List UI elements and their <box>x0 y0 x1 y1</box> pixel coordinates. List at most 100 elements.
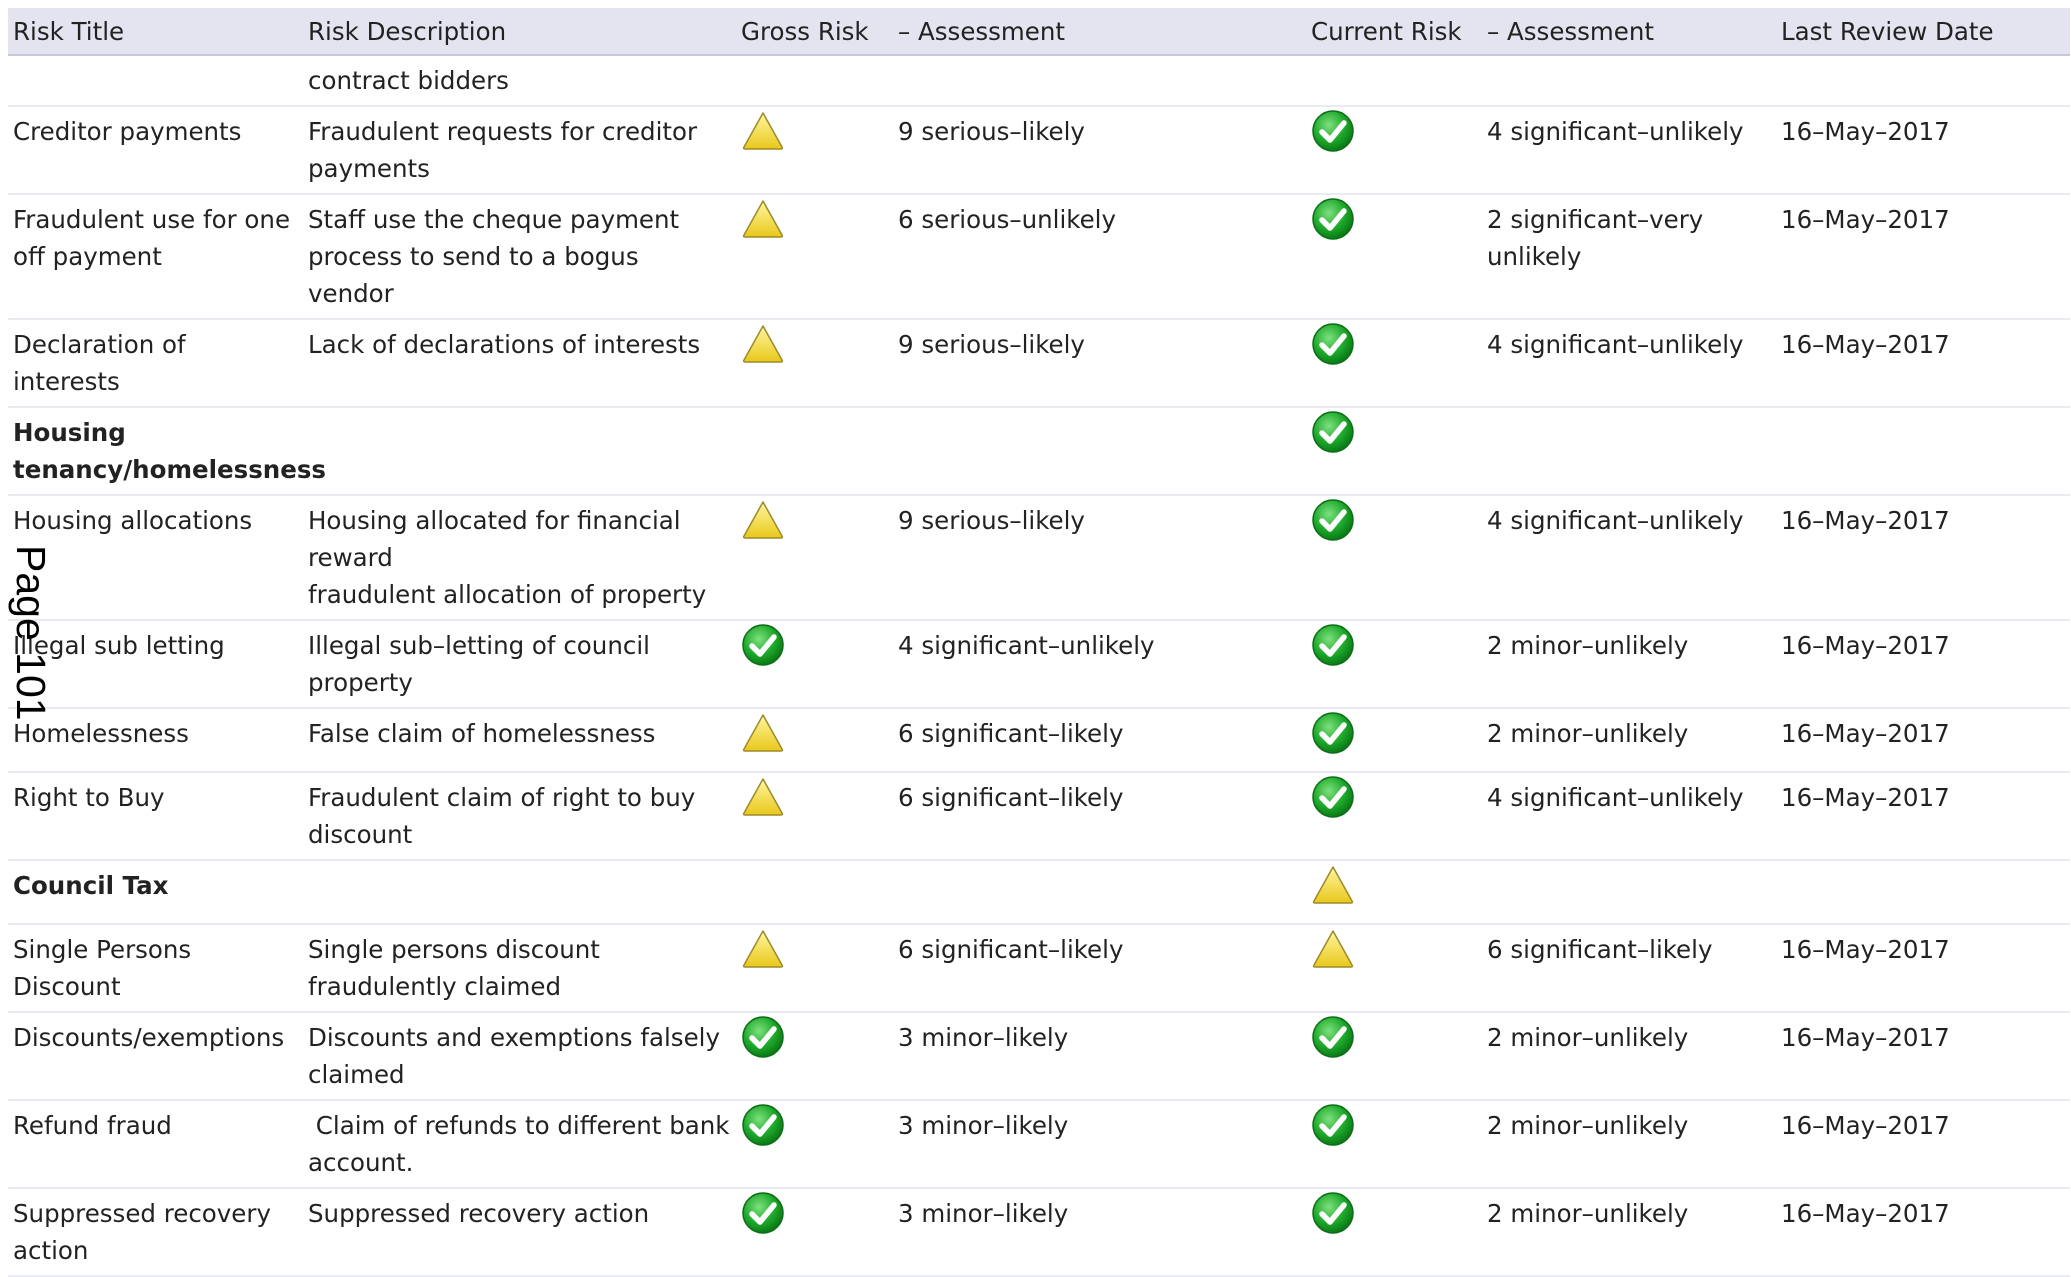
gross-assessment-cell: 6 significant–likely <box>893 708 1306 773</box>
green-check-icon <box>1311 410 1355 454</box>
table-row: Right to Buy Fraudulent claim of right to… <box>8 772 2070 861</box>
current-assessment-cell <box>1482 55 1776 107</box>
risk-description-cell: False claim of homelessness <box>303 708 736 773</box>
warning-triangle-icon <box>741 322 785 366</box>
risk-description-cell: contract bidders <box>303 55 736 107</box>
description-line: Fraudulent claim of right to buy discoun… <box>308 783 704 849</box>
risk-title-cell: Declaration of interests <box>8 319 303 408</box>
gross-risk-cell <box>736 620 893 709</box>
current-risk-cell <box>1306 860 1482 925</box>
description-line: contract bidders <box>308 66 509 95</box>
gross-risk-cell <box>736 106 893 195</box>
green-check-icon <box>1311 711 1355 755</box>
header-last-review-date: Last Review Date <box>1776 8 2070 56</box>
current-assessment-cell: 4 significant–unlikely <box>1482 772 1776 861</box>
risk-title-cell: Council Tax <box>8 860 303 925</box>
gross-assessment-cell: 3 minor–likely <box>893 1012 1306 1101</box>
green-check-icon <box>741 623 785 667</box>
risk-title-cell: Housing tenancy/homelessness <box>8 407 326 496</box>
last-review-date-cell: 16–May–2017 <box>1776 106 2070 195</box>
warning-triangle-icon <box>1311 927 1355 971</box>
current-risk-cell <box>1306 1188 1482 1277</box>
gross-risk-cell <box>736 772 893 861</box>
warning-triangle-icon <box>741 711 785 755</box>
current-risk-cell <box>1306 319 1482 408</box>
risk-description-cell: Staff use the cheque payment process to … <box>303 194 736 320</box>
current-assessment-cell: 6 significant–likely <box>1482 924 1776 1013</box>
last-review-date-cell <box>1776 860 2070 925</box>
last-review-date-cell: 16–May–2017 <box>1776 924 2070 1013</box>
green-check-icon <box>1311 109 1355 153</box>
table-row: Homelessness False claim of homelessness 6… <box>8 708 2070 773</box>
green-check-icon <box>1311 623 1355 667</box>
risk-description-cell: Suppressed recovery action <box>303 1188 736 1277</box>
current-risk-cell <box>1306 620 1482 709</box>
warning-triangle-icon <box>741 927 785 971</box>
current-assessment-cell: 2 significant–very unlikely <box>1482 194 1776 320</box>
table-row: Housing allocations Housing allocated for… <box>8 495 2070 621</box>
description-line: Housing allocated for financial reward <box>308 506 689 572</box>
description-line: Single persons discount fraudulently cla… <box>308 935 608 1001</box>
table-body: contract bidders Creditor payments Fraudul… <box>8 55 2070 1277</box>
risk-title-cell <box>8 55 303 107</box>
risk-description-cell: Discounts and exemptions falsely claimed <box>303 1012 736 1101</box>
gross-risk-cell <box>736 495 893 621</box>
last-review-date-cell: 16–May–2017 <box>1776 620 2070 709</box>
last-review-date-cell <box>1776 407 2070 496</box>
table-row: Discounts/exemptions Discounts and exempt… <box>8 1012 2070 1101</box>
gross-assessment-cell <box>893 55 1306 107</box>
table-row: contract bidders <box>8 55 2070 107</box>
current-risk-cell <box>1306 1100 1482 1189</box>
last-review-date-cell: 16–May–2017 <box>1776 772 2070 861</box>
warning-triangle-icon <box>741 498 785 542</box>
warning-triangle-icon <box>1311 863 1355 907</box>
risk-description-cell: Illegal sub–letting of council property <box>303 620 736 709</box>
last-review-date-cell: 16–May–2017 <box>1776 194 2070 320</box>
current-assessment-cell: 2 minor–unlikely <box>1482 1100 1776 1189</box>
gross-assessment-cell <box>893 407 1306 496</box>
header-gross-risk: Gross Risk <box>736 8 893 56</box>
description-line: False claim of homelessness <box>308 719 656 748</box>
description-line: Lack of declarations of interests <box>308 330 701 359</box>
header-current-risk: Current Risk <box>1306 8 1482 56</box>
header-risk-title: Risk Title <box>8 8 303 56</box>
last-review-date-cell: 16–May–2017 <box>1776 319 2070 408</box>
header-current-assessment: – Assessment <box>1482 8 1776 56</box>
gross-risk-cell <box>736 1100 893 1189</box>
description-line: Illegal sub–letting of council property <box>308 631 658 697</box>
header-gross-assessment: – Assessment <box>893 8 1306 56</box>
green-check-icon <box>1311 1103 1355 1147</box>
risk-title-cell: Fraudulent use for one off payment <box>8 194 303 320</box>
current-risk-cell <box>1306 708 1482 773</box>
green-check-icon <box>1311 1015 1355 1059</box>
page-number-label: Page 101 <box>8 545 54 721</box>
gross-assessment-cell: 6 significant–likely <box>893 772 1306 861</box>
current-assessment-cell: 2 minor–unlikely <box>1482 1012 1776 1101</box>
description-line: fraudulent allocation of property <box>308 580 707 609</box>
current-assessment-cell <box>1482 860 1776 925</box>
current-assessment-cell: 4 significant–unlikely <box>1482 319 1776 408</box>
risk-description-cell <box>303 860 736 925</box>
gross-risk-cell <box>736 194 893 320</box>
description-line: Discounts and exemptions falsely claimed <box>308 1023 728 1089</box>
description-line: Claim of refunds to different bank accou… <box>308 1111 738 1177</box>
description-line: Staff use the cheque payment process to … <box>308 205 687 308</box>
gross-assessment-cell: 9 serious–likely <box>893 495 1306 621</box>
header-risk-description: Risk Description <box>303 8 736 56</box>
current-risk-cell <box>1306 1012 1482 1101</box>
gross-assessment-cell: 9 serious–likely <box>893 106 1306 195</box>
risk-title-cell: Discounts/exemptions <box>8 1012 303 1101</box>
risk-description-cell: Claim of refunds to different bank accou… <box>303 1100 738 1189</box>
green-check-icon <box>741 1103 785 1147</box>
green-check-icon <box>741 1191 785 1235</box>
gross-risk-cell <box>736 1188 893 1277</box>
gross-risk-cell <box>736 924 893 1013</box>
risk-description-cell: Housing allocated for financial reward fr… <box>303 495 736 621</box>
table-row: Illegal sub letting Illegal sub–letting o… <box>8 620 2070 709</box>
green-check-icon <box>1311 197 1355 241</box>
current-assessment-cell <box>1482 407 1776 496</box>
last-review-date-cell: 16–May–2017 <box>1776 708 2070 773</box>
table-row: Refund fraud Claim of refunds to differe… <box>8 1100 2070 1189</box>
table-row: Single Persons Discount Single persons di… <box>8 924 2070 1013</box>
gross-risk-cell <box>736 319 893 408</box>
